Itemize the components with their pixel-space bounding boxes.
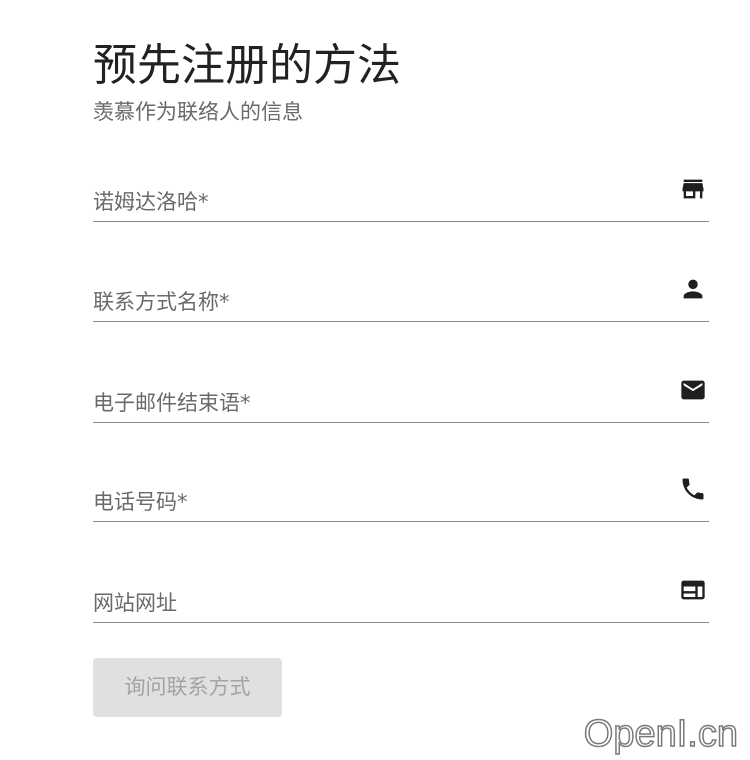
phone-input[interactable]	[93, 471, 667, 523]
watermark-logo: OpenI.cn	[583, 712, 739, 756]
mail-icon	[679, 376, 707, 404]
phone-field[interactable]: 电话号码*	[93, 471, 709, 523]
email-field[interactable]: 电子邮件结束语*	[93, 372, 709, 424]
page: 预先注册的方法 羡慕作为联络人的信息 诺姆达洛哈* 联系方式名称* 电子邮件结束…	[0, 0, 750, 760]
website-input[interactable]	[93, 572, 667, 624]
website-field[interactable]: 网站网址	[93, 572, 709, 624]
company-name-input[interactable]	[93, 171, 667, 223]
page-subtitle: 羡慕作为联络人的信息	[93, 100, 303, 124]
web-icon	[679, 576, 707, 604]
page-title: 预先注册的方法	[93, 40, 401, 91]
contact-name-input[interactable]	[93, 271, 667, 323]
company-name-field[interactable]: 诺姆达洛哈*	[93, 171, 709, 223]
contact-name-field[interactable]: 联系方式名称*	[93, 271, 709, 323]
phone-icon	[679, 475, 707, 503]
person-icon	[679, 275, 707, 303]
store-icon	[679, 175, 707, 203]
submit-button[interactable]: 询问联系方式	[93, 658, 282, 717]
email-input[interactable]	[93, 372, 667, 424]
